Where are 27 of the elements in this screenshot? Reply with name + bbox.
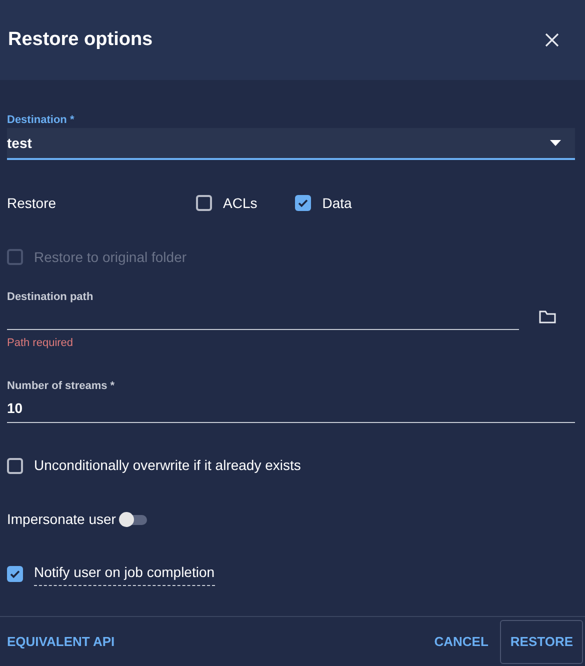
checkbox[interactable] [7, 566, 23, 582]
checkbox-label: Restore to original folder [34, 248, 187, 267]
field-label: Number of streams * [7, 379, 116, 394]
text-button[interactable]: EQUIVALENT API [7, 620, 115, 664]
checkbox-label: ACLs [223, 194, 258, 212]
field-label: Destination path [7, 290, 94, 305]
toggle-label: Impersonate user [7, 510, 116, 529]
field-label: Destination * [7, 113, 76, 128]
checkmark-icon [297, 197, 310, 209]
text-button[interactable]: CANCEL [434, 620, 488, 664]
streams-input[interactable]: 10 [7, 394, 575, 422]
restore-button[interactable]: RESTORE [500, 620, 583, 664]
checkbox-label: Notify user on job completion [34, 562, 215, 586]
checkbox-label: Unconditionally overwrite if it already exists [34, 456, 301, 475]
checkmark-icon [9, 568, 21, 580]
toggle-switch[interactable] [118, 512, 149, 528]
error-message: Path required [7, 336, 74, 350]
checkbox[interactable] [7, 458, 23, 474]
checkbox[interactable] [295, 195, 312, 211]
row-label: Restore [7, 194, 58, 212]
dialog-title: Restore options [8, 28, 153, 52]
checkbox[interactable] [196, 195, 212, 211]
destination-dropdown[interactable]: test [7, 128, 575, 160]
close-icon[interactable] [545, 33, 559, 47]
caret-icon [550, 140, 561, 146]
folder-icon[interactable] [539, 310, 556, 324]
checkbox-label: Data [322, 194, 352, 212]
